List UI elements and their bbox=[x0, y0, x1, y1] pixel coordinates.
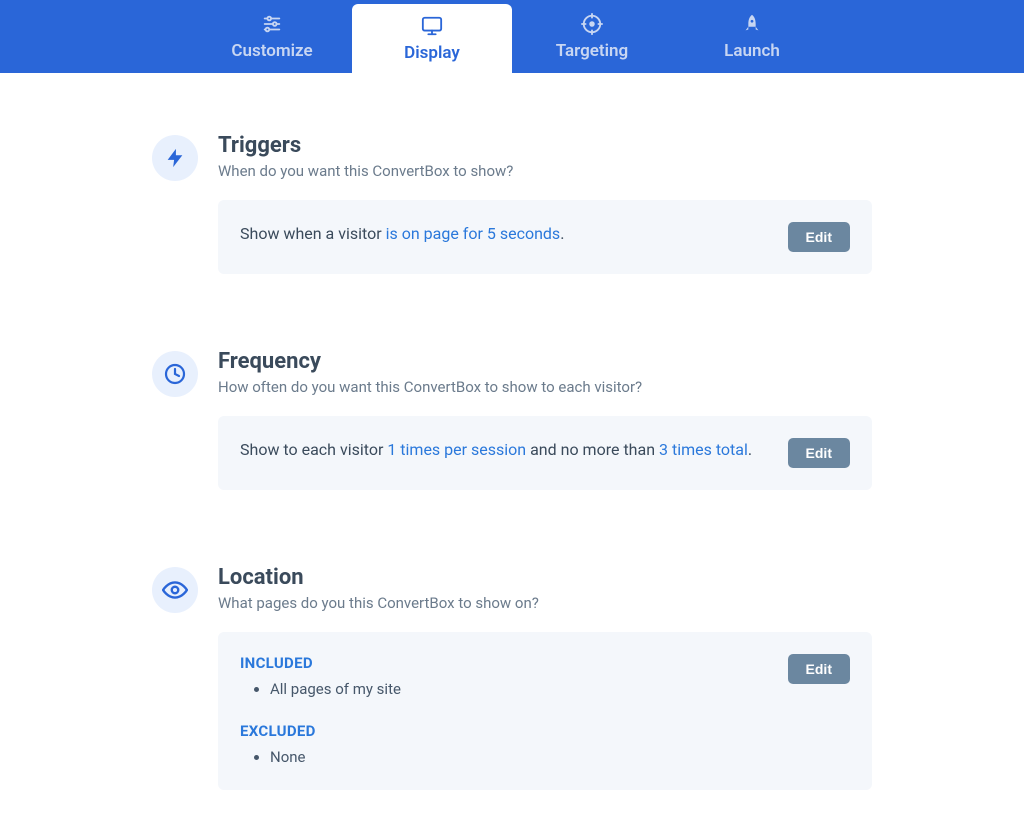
location-included-heading: INCLUDED bbox=[240, 654, 768, 672]
section-triggers: Triggers When do you want this ConvertBo… bbox=[152, 133, 872, 274]
location-edit-button[interactable]: Edit bbox=[788, 654, 850, 684]
list-item: All pages of my site bbox=[270, 678, 768, 700]
eye-icon bbox=[152, 567, 198, 613]
tab-targeting[interactable]: Targeting bbox=[512, 0, 672, 73]
frequency-subtitle: How often do you want this ConvertBox to… bbox=[218, 378, 872, 396]
tab-customize[interactable]: Customize bbox=[192, 0, 352, 73]
frequency-summary: Show to each visitor 1 times per session… bbox=[240, 438, 768, 463]
location-included-list: All pages of my site bbox=[240, 678, 768, 700]
main-content: Triggers When do you want this ConvertBo… bbox=[132, 73, 892, 830]
top-tab-bar: Customize Display Targeting bbox=[0, 0, 1024, 73]
tab-launch-label: Launch bbox=[724, 41, 780, 61]
section-location: Location What pages do you this ConvertB… bbox=[152, 565, 872, 790]
frequency-panel: Show to each visitor 1 times per session… bbox=[218, 416, 872, 490]
tab-launch[interactable]: Launch bbox=[672, 0, 832, 73]
tab-display[interactable]: Display bbox=[352, 4, 512, 73]
location-excluded-list: None bbox=[240, 746, 768, 768]
section-frequency: Frequency How often do you want this Con… bbox=[152, 349, 872, 490]
triggers-subtitle: When do you want this ConvertBox to show… bbox=[218, 162, 872, 180]
list-item: None bbox=[270, 746, 768, 768]
tab-customize-label: Customize bbox=[231, 41, 312, 61]
triggers-text-prefix: Show when a visitor bbox=[240, 224, 386, 243]
location-excluded-heading: EXCLUDED bbox=[240, 722, 768, 740]
frequency-per-session-link[interactable]: 1 times per session bbox=[387, 440, 526, 459]
location-title: Location bbox=[218, 565, 872, 590]
triggers-condition-link[interactable]: is on page for 5 seconds bbox=[386, 224, 561, 243]
frequency-title: Frequency bbox=[218, 349, 872, 374]
monitor-icon bbox=[421, 15, 443, 37]
location-subtitle: What pages do you this ConvertBox to sho… bbox=[218, 594, 872, 612]
tab-targeting-label: Targeting bbox=[556, 41, 628, 61]
triggers-title: Triggers bbox=[218, 133, 872, 158]
frequency-total-link[interactable]: 3 times total bbox=[659, 440, 748, 459]
frequency-edit-button[interactable]: Edit bbox=[788, 438, 850, 468]
triggers-panel: Show when a visitor is on page for 5 sec… bbox=[218, 200, 872, 274]
bolt-icon bbox=[152, 135, 198, 181]
location-panel: INCLUDED All pages of my site EXCLUDED N… bbox=[218, 632, 872, 790]
clock-icon bbox=[152, 351, 198, 397]
triggers-edit-button[interactable]: Edit bbox=[788, 222, 850, 252]
frequency-text-middle: and no more than bbox=[526, 440, 659, 459]
triggers-text-suffix: . bbox=[560, 224, 564, 243]
sliders-icon bbox=[261, 13, 283, 35]
triggers-summary: Show when a visitor is on page for 5 sec… bbox=[240, 222, 768, 247]
tab-display-label: Display bbox=[404, 43, 460, 63]
target-icon bbox=[581, 13, 603, 35]
frequency-text-suffix: . bbox=[748, 440, 752, 459]
rocket-icon bbox=[741, 13, 763, 35]
frequency-text-prefix: Show to each visitor bbox=[240, 440, 387, 459]
